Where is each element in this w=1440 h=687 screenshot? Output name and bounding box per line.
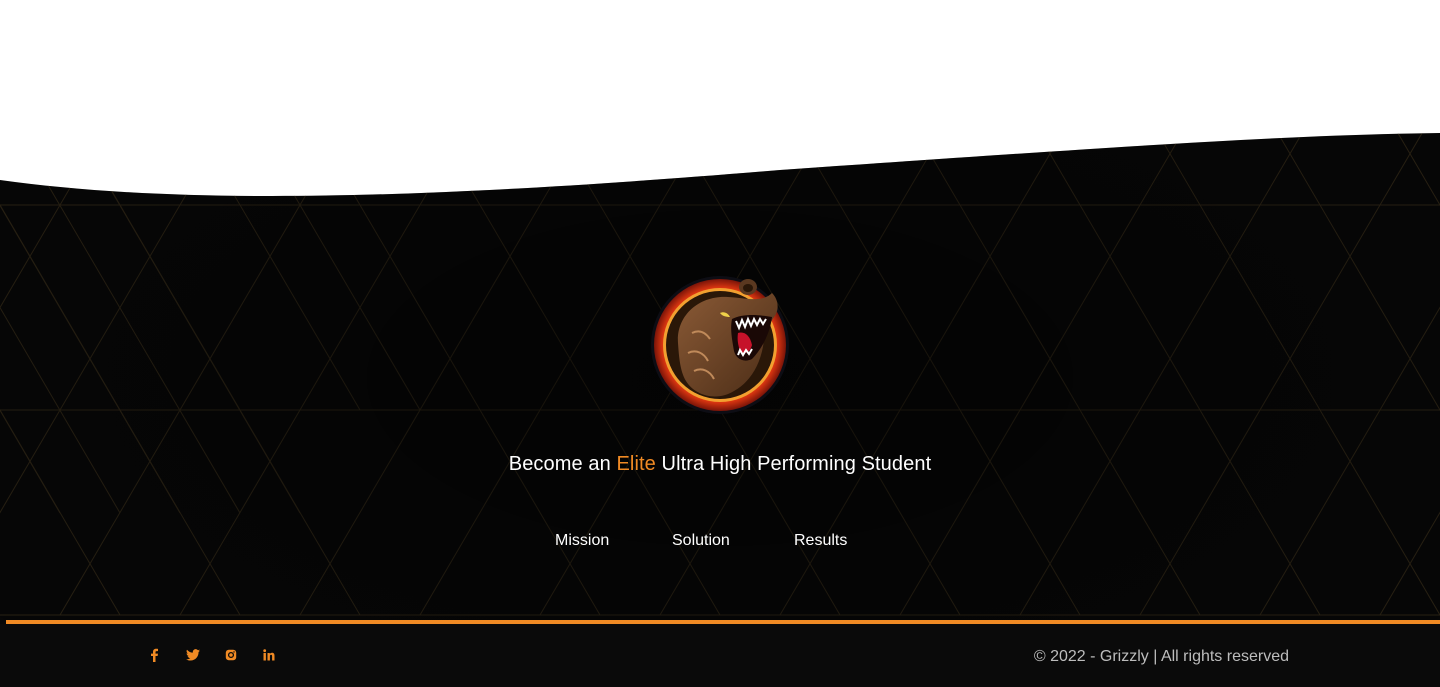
facebook-icon[interactable]: [145, 646, 163, 664]
copyright-text: © 2022 - Grizzly | All rights reserved: [1033, 648, 1289, 665]
footer-nav: Mission Solution Results: [0, 532, 1440, 554]
tagline: Become an Elite Ultra High Performing St…: [0, 453, 1440, 476]
page: Become an Elite Ultra High Performing St…: [0, 0, 1440, 687]
instagram-icon[interactable]: [222, 646, 240, 664]
twitter-icon[interactable]: [184, 646, 202, 664]
nav-link-results[interactable]: Results: [794, 532, 847, 550]
nav-link-solution[interactable]: Solution: [672, 532, 730, 550]
tagline-text-end: Ultra High Performing Student: [655, 453, 932, 475]
grizzly-bear-logo: [648, 273, 792, 417]
linkedin-icon[interactable]: [260, 646, 278, 664]
tagline-accent: Elite: [616, 453, 656, 475]
tagline-text-start: Become an: [508, 453, 617, 475]
nav-link-mission[interactable]: Mission: [555, 532, 609, 550]
